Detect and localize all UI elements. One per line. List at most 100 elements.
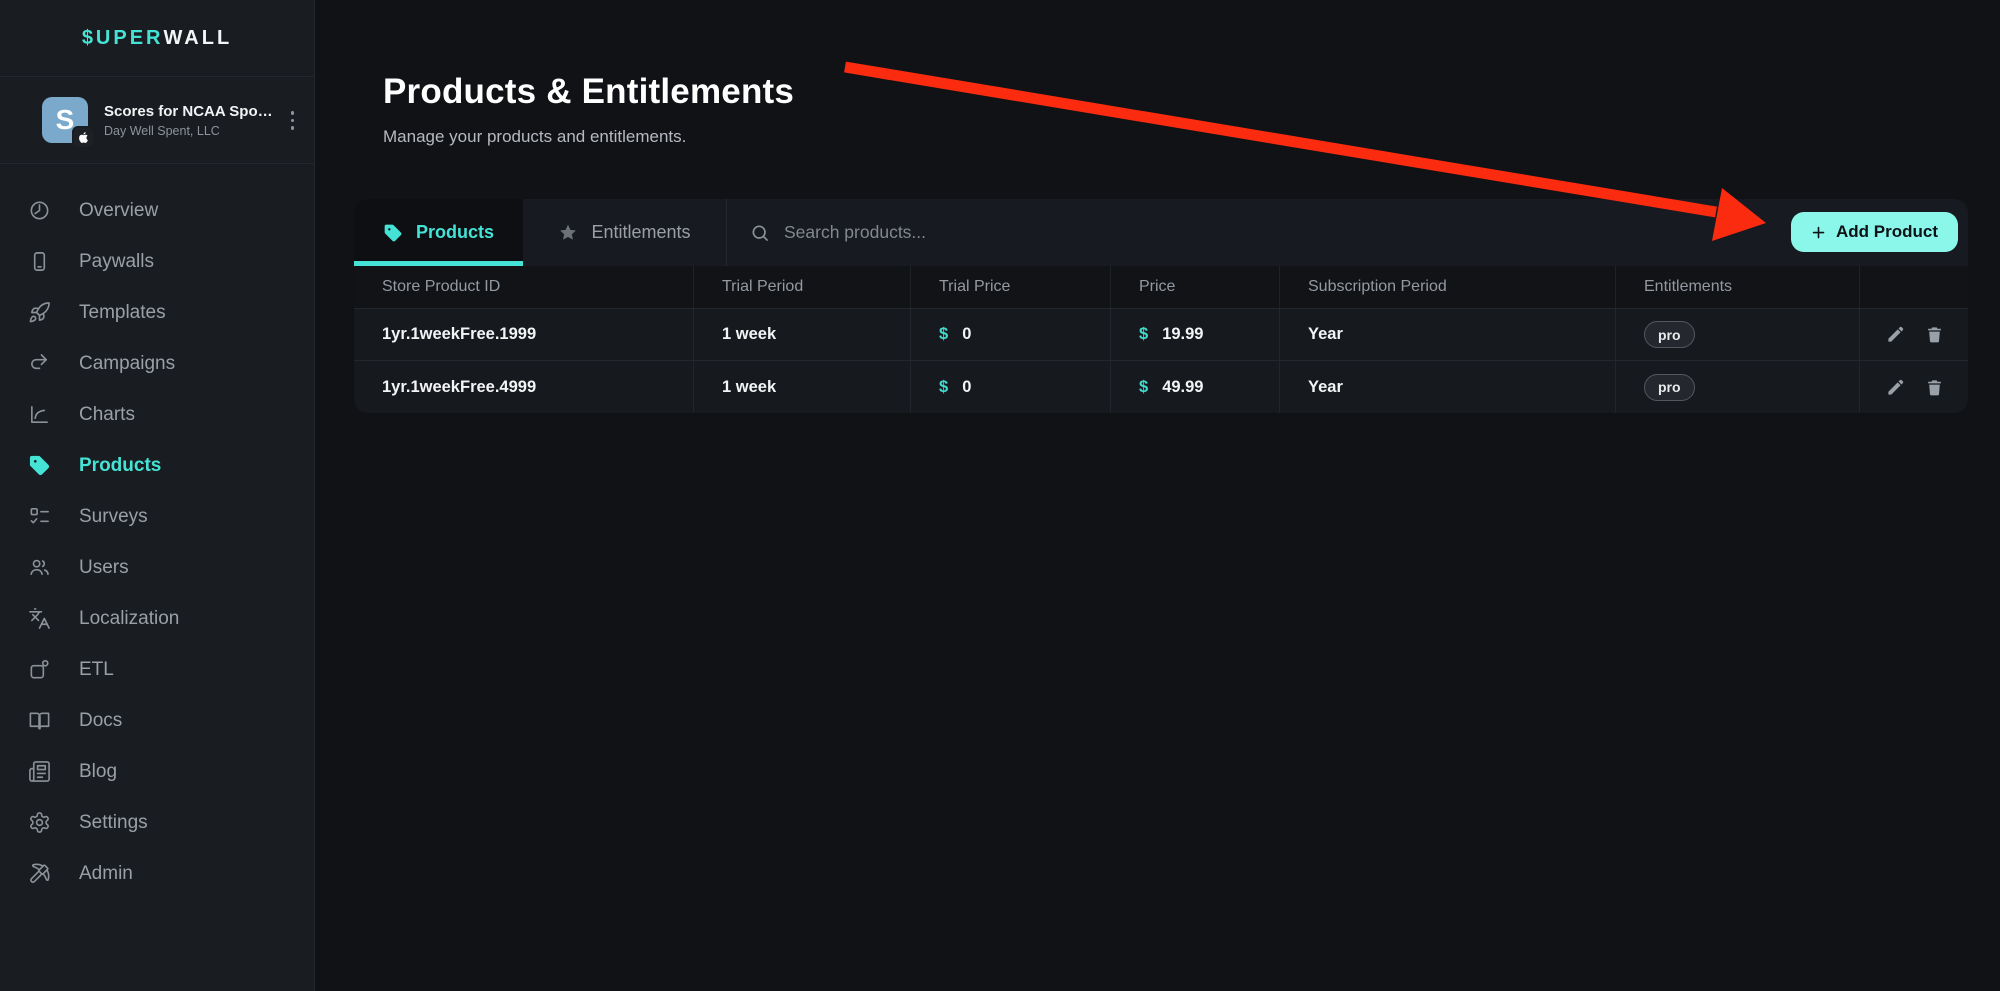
sidebar-item-label: Settings: [79, 812, 148, 834]
cell-price: $19.99: [1111, 309, 1280, 360]
overview-icon: [28, 199, 51, 222]
sidebar-item-label: Charts: [79, 404, 135, 426]
page-title: Products & Entitlements: [383, 72, 794, 112]
tab-products[interactable]: Products: [354, 199, 523, 266]
cell-trial-price: $0: [911, 309, 1111, 360]
sidebar-item-paywalls[interactable]: Paywalls: [0, 236, 314, 287]
currency-symbol: $: [1139, 378, 1148, 397]
gear-icon: [28, 811, 51, 834]
sidebar-item-label: Campaigns: [79, 353, 175, 375]
etl-icon: [28, 658, 51, 681]
add-product-button[interactable]: Add Product: [1791, 212, 1958, 252]
cell-actions: [1860, 309, 1968, 360]
sidebar-item-products[interactable]: Products: [0, 440, 314, 491]
table-header-row: Store Product ID Trial Period Trial Pric…: [354, 266, 1968, 309]
app-name: Scores for NCAA Spo…: [104, 103, 273, 120]
app-selector[interactable]: S Scores for NCAA Spo… Day Well Spent, L…: [0, 77, 314, 164]
search-area: [727, 199, 1968, 266]
edit-icon[interactable]: [1886, 378, 1905, 397]
cell-subscription-period: Year: [1280, 309, 1616, 360]
sidebar-item-blog[interactable]: Blog: [0, 746, 314, 797]
phone-icon: [28, 250, 51, 273]
sidebar: $UPERWALL S Scores for NCAA Spo… Day Wel…: [0, 0, 315, 991]
app-menu-kebab-icon[interactable]: [285, 109, 301, 132]
price-value: 19.99: [1162, 325, 1203, 344]
currency-symbol: $: [939, 325, 948, 344]
sidebar-item-overview[interactable]: Overview: [0, 185, 314, 236]
app-meta: Scores for NCAA Spo… Day Well Spent, LLC: [104, 103, 273, 138]
logo-text-white: WALL: [164, 27, 233, 50]
sidebar-item-label: Paywalls: [79, 251, 154, 273]
delete-icon[interactable]: [1925, 325, 1944, 344]
cell-price: $49.99: [1111, 361, 1280, 413]
tab-entitlements[interactable]: Entitlements: [523, 199, 727, 266]
price-value: 49.99: [1162, 378, 1203, 397]
sidebar-item-label: Surveys: [79, 506, 148, 528]
trial-price-value: 0: [962, 325, 971, 344]
column-header-entitlements: Entitlements: [1616, 266, 1860, 308]
sidebar-item-surveys[interactable]: Surveys: [0, 491, 314, 542]
delete-icon[interactable]: [1925, 378, 1944, 397]
cell-store-product-id: 1yr.1weekFree.4999: [354, 361, 694, 413]
campaign-arrow-icon: [28, 352, 51, 375]
sidebar-item-templates[interactable]: Campaigns Templates: [0, 287, 314, 338]
cell-actions: [1860, 361, 1968, 413]
sidebar-item-settings[interactable]: Settings: [0, 797, 314, 848]
app-icon: S: [42, 97, 88, 143]
cell-trial-period: 1 week: [694, 309, 911, 360]
cell-trial-period: 1 week: [694, 361, 911, 413]
sidebar-item-label: Localization: [79, 608, 179, 630]
sidebar-item-label: Users: [79, 557, 129, 579]
translate-icon: [28, 607, 51, 630]
column-header-trial-price: Trial Price: [911, 266, 1111, 308]
page-subtitle: Manage your products and entitlements.: [383, 127, 686, 147]
table-row: 1yr.1weekFree.4999 1 week $0 $49.99 Year…: [354, 361, 1968, 413]
products-panel: Products Entitlements Add Product Store …: [354, 199, 1968, 413]
sidebar-item-docs[interactable]: Docs: [0, 695, 314, 746]
edit-icon[interactable]: [1886, 325, 1905, 344]
sidebar-item-label: Admin: [79, 863, 133, 885]
sidebar-item-label: Templates: [79, 302, 166, 324]
entitlement-badge: pro: [1644, 374, 1695, 401]
superwall-logo[interactable]: $UPERWALL: [0, 0, 314, 77]
pickaxe-icon: [28, 862, 51, 885]
column-header-actions: [1860, 266, 1968, 308]
checklist-icon: [28, 505, 51, 528]
sidebar-nav: Overview Paywalls Campaigns Templates Ca…: [0, 164, 314, 899]
sidebar-item-localization[interactable]: Localization: [0, 593, 314, 644]
tab-label: Products: [416, 222, 494, 243]
sidebar-item-label: Products: [79, 455, 161, 477]
entitlement-badge: pro: [1644, 321, 1695, 348]
tag-icon: [28, 454, 51, 477]
sidebar-item-label: Blog: [79, 761, 117, 783]
cell-store-product-id: 1yr.1weekFree.1999: [354, 309, 694, 360]
add-product-label: Add Product: [1836, 222, 1938, 242]
currency-symbol: $: [939, 378, 948, 397]
sidebar-item-etl[interactable]: ETL: [0, 644, 314, 695]
cell-trial-price: $0: [911, 361, 1111, 413]
column-header-store-product-id: Store Product ID: [354, 266, 694, 308]
sidebar-item-charts[interactable]: Charts: [0, 389, 314, 440]
sidebar-item-label: Docs: [79, 710, 122, 732]
column-header-price: Price: [1111, 266, 1280, 308]
tab-label: Entitlements: [591, 222, 690, 243]
search-icon: [750, 223, 770, 243]
chart-line-icon: [28, 403, 51, 426]
sidebar-item-users[interactable]: Users: [0, 542, 314, 593]
trial-price-value: 0: [962, 378, 971, 397]
book-icon: [28, 709, 51, 732]
column-header-subscription-period: Subscription Period: [1280, 266, 1616, 308]
currency-symbol: $: [1139, 325, 1148, 344]
rocket-icon: [28, 301, 51, 324]
app-company: Day Well Spent, LLC: [104, 124, 273, 138]
star-icon: [558, 223, 578, 243]
cell-subscription-period: Year: [1280, 361, 1616, 413]
search-input[interactable]: [784, 222, 1264, 243]
sidebar-item-campaigns[interactable]: Campaigns: [0, 338, 314, 389]
sidebar-item-admin[interactable]: Admin: [0, 848, 314, 899]
newspaper-icon: [28, 760, 51, 783]
users-icon: [28, 556, 51, 579]
apple-logo-icon: [72, 126, 95, 149]
cell-entitlements: pro: [1616, 361, 1860, 413]
sidebar-item-label: Overview: [79, 200, 158, 222]
